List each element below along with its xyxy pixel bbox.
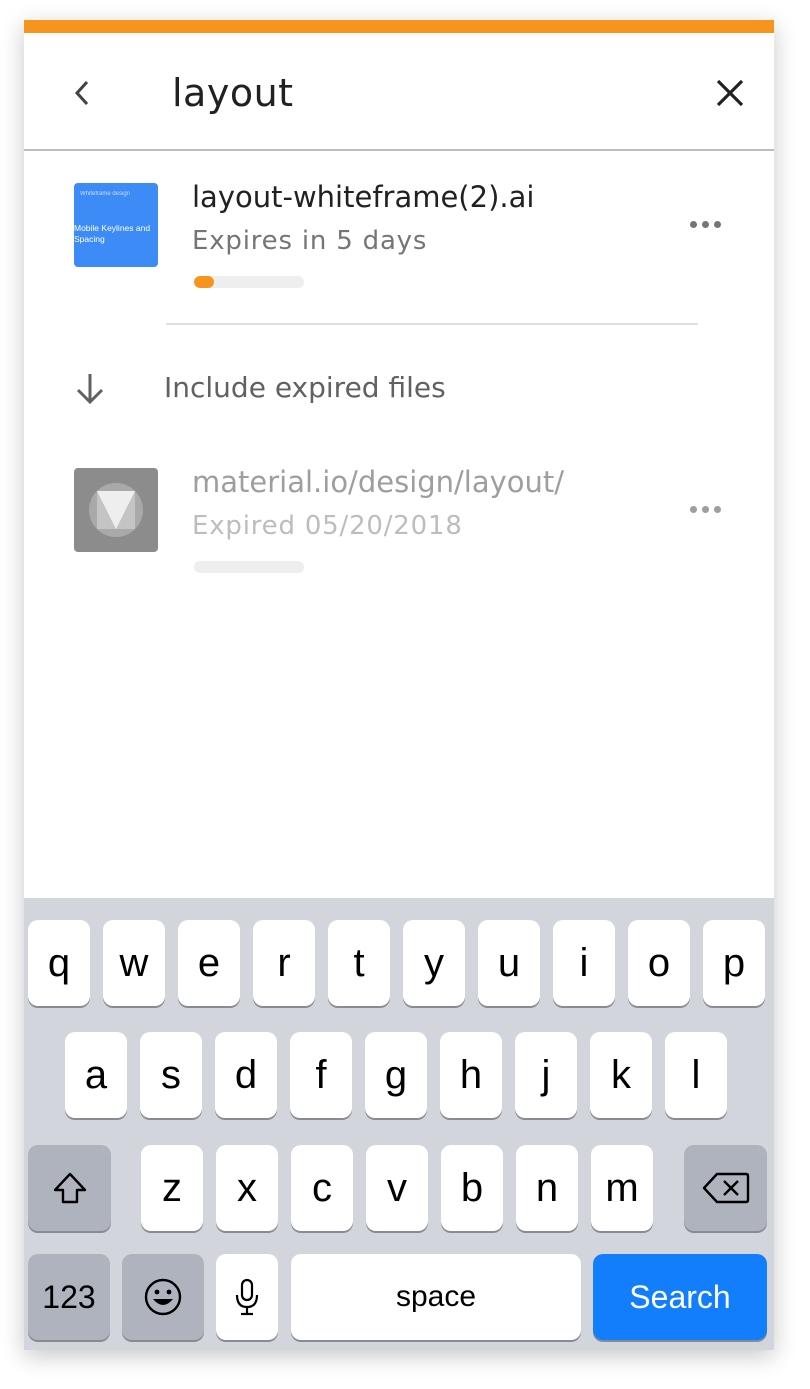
key-q[interactable]: q	[28, 920, 90, 1006]
key-e[interactable]: e	[178, 920, 240, 1006]
key-w[interactable]: w	[103, 920, 165, 1006]
key-v[interactable]: v	[366, 1145, 428, 1231]
key-c[interactable]: c	[291, 1145, 353, 1231]
key-p[interactable]: p	[703, 920, 765, 1006]
thumbnail-caption: Whiteframe design	[80, 191, 131, 197]
file-expiry: Expires in 5 days	[192, 226, 428, 256]
file-title: material.io/design/layout/	[192, 465, 565, 499]
on-screen-keyboard: qwertyuiop asdfghjkl zxcvbnm 123 space S…	[24, 898, 774, 1350]
search-header	[24, 33, 774, 151]
file-thumbnail: Whiteframe design Mobile Keylines and Sp…	[74, 183, 158, 267]
key-b[interactable]: b	[441, 1145, 503, 1231]
include-expired-label: Include expired files	[164, 371, 446, 404]
numbers-key[interactable]: 123	[28, 1254, 110, 1340]
more-dot	[701, 220, 709, 228]
key-r[interactable]: r	[253, 920, 315, 1006]
key-u[interactable]: u	[478, 920, 540, 1006]
thumbnail-title: Mobile Keylines and Spacing	[74, 223, 151, 244]
key-f[interactable]: f	[290, 1032, 352, 1118]
key-s[interactable]: s	[140, 1032, 202, 1118]
more-dot	[713, 220, 721, 228]
key-i[interactable]: i	[553, 920, 615, 1006]
more-options-button[interactable]	[684, 210, 726, 238]
more-dot	[713, 505, 721, 513]
list-item[interactable]: material.io/design/layout/ Expired 05/20…	[24, 465, 774, 585]
more-dot	[701, 505, 709, 513]
file-expiry: Expired 05/20/2018	[192, 511, 463, 541]
expiry-progress-bar	[194, 561, 304, 573]
file-thumbnail	[74, 468, 158, 552]
include-expired-toggle[interactable]: Include expired files	[68, 365, 548, 413]
emoji-key[interactable]	[122, 1254, 204, 1340]
key-n[interactable]: n	[516, 1145, 578, 1231]
key-m[interactable]: m	[591, 1145, 653, 1231]
shift-icon	[53, 1172, 86, 1204]
backspace-key[interactable]	[684, 1145, 767, 1231]
key-l[interactable]: l	[665, 1032, 727, 1118]
accent-bar	[24, 20, 774, 33]
arrow-down-icon	[76, 374, 104, 405]
backspace-icon	[702, 1172, 749, 1204]
file-title: layout-whiteframe(2).ai	[192, 180, 535, 214]
more-dot	[689, 220, 697, 228]
key-t[interactable]: t	[328, 920, 390, 1006]
list-item[interactable]: Whiteframe design Mobile Keylines and Sp…	[24, 180, 774, 300]
search-key[interactable]: Search	[593, 1254, 767, 1340]
divider	[166, 323, 698, 325]
key-o[interactable]: o	[628, 920, 690, 1006]
space-key[interactable]: space	[291, 1254, 581, 1340]
key-z[interactable]: z	[141, 1145, 203, 1231]
expiry-progress-fill	[194, 276, 214, 288]
key-y[interactable]: y	[403, 920, 465, 1006]
more-options-button[interactable]	[684, 495, 726, 523]
material-logo-icon	[89, 483, 143, 537]
close-icon	[716, 79, 744, 107]
key-a[interactable]: a	[65, 1032, 127, 1118]
key-d[interactable]: d	[215, 1032, 277, 1118]
search-input[interactable]	[172, 63, 672, 123]
key-j[interactable]: j	[515, 1032, 577, 1118]
emoji-icon	[144, 1278, 182, 1316]
chevron-left-icon	[74, 80, 89, 106]
expiry-progress-bar	[194, 276, 304, 288]
key-k[interactable]: k	[590, 1032, 652, 1118]
dictation-key[interactable]	[216, 1254, 278, 1340]
shift-key[interactable]	[28, 1145, 111, 1231]
key-g[interactable]: g	[365, 1032, 427, 1118]
phone-screen: Whiteframe design Mobile Keylines and Sp…	[24, 20, 774, 1350]
microphone-icon	[235, 1278, 259, 1316]
key-x[interactable]: x	[216, 1145, 278, 1231]
back-button[interactable]	[64, 73, 100, 113]
more-dot	[689, 505, 697, 513]
clear-search-button[interactable]	[710, 73, 750, 113]
key-h[interactable]: h	[440, 1032, 502, 1118]
